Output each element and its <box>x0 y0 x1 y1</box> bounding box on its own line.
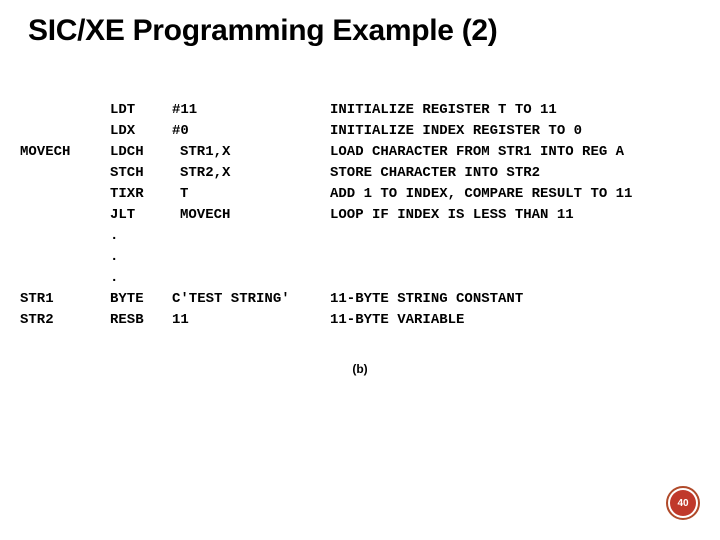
code-label <box>20 268 110 289</box>
code-row: STR2RESB11 11-BYTE VARIABLE <box>20 310 632 331</box>
code-row: JLT MOVECH LOOP IF INDEX IS LESS THAN 11 <box>20 205 632 226</box>
code-label <box>20 205 110 226</box>
code-operand: #11 <box>172 102 197 118</box>
code-label: STR2 <box>20 310 110 331</box>
code-operand-cell: STR2,X <box>172 163 330 184</box>
code-operand-cell <box>172 247 330 268</box>
code-operand: 11 <box>172 312 189 328</box>
page-number-badge: 40 <box>666 486 700 520</box>
code-operand: STR2,X <box>180 165 230 181</box>
code-comment: STORE CHARACTER INTO STR2 <box>330 163 540 184</box>
code-row: . <box>20 247 632 268</box>
code-opcode: . <box>110 247 172 268</box>
code-label <box>20 100 110 121</box>
code-row: LDT#11 INITIALIZE REGISTER T TO 11 <box>20 100 632 121</box>
code-label <box>20 163 110 184</box>
code-operand-cell: STR1,X <box>172 142 330 163</box>
code-opcode: . <box>110 268 172 289</box>
code-operand-cell: MOVECH <box>172 205 330 226</box>
code-opcode: STCH <box>110 163 172 184</box>
code-comment: LOOP IF INDEX IS LESS THAN 11 <box>330 205 574 226</box>
code-operand: STR1,X <box>180 144 230 160</box>
code-opcode: TIXR <box>110 184 172 205</box>
code-comment: INITIALIZE REGISTER T TO 11 <box>330 100 557 121</box>
code-comment: ADD 1 TO INDEX, COMPARE RESULT TO 11 <box>330 184 632 205</box>
code-operand-cell: #0 <box>172 121 330 142</box>
figure-caption: (b) <box>0 362 720 376</box>
code-row: . <box>20 226 632 247</box>
code-row: . <box>20 268 632 289</box>
code-row: MOVECHLDCH STR1,X LOAD CHARACTER FROM STR1… <box>20 142 632 163</box>
code-opcode: LDX <box>110 121 172 142</box>
code-comment: INITIALIZE INDEX REGISTER TO 0 <box>330 121 582 142</box>
code-opcode: . <box>110 226 172 247</box>
code-row: LDX#0 INITIALIZE INDEX REGISTER TO 0 <box>20 121 632 142</box>
code-label <box>20 184 110 205</box>
code-row: STR1BYTEC'TEST STRING' 11-BYTE STRING CON… <box>20 289 632 310</box>
page-number: 40 <box>677 498 688 509</box>
code-row: TIXR T ADD 1 TO INDEX, COMPARE RESULT TO 1… <box>20 184 632 205</box>
code-label <box>20 247 110 268</box>
slide-title: SIC/XE Programming Example (2) <box>28 14 497 48</box>
code-comment: 11-BYTE STRING CONSTANT <box>330 289 523 310</box>
code-label <box>20 226 110 247</box>
code-operand: MOVECH <box>180 207 230 223</box>
code-opcode: LDT <box>110 100 172 121</box>
code-label <box>20 121 110 142</box>
code-operand: T <box>180 186 188 202</box>
code-operand-cell <box>172 268 330 289</box>
code-row: STCH STR2,X STORE CHARACTER INTO STR2 <box>20 163 632 184</box>
code-comment: LOAD CHARACTER FROM STR1 INTO REG A <box>330 142 624 163</box>
assembly-code-listing: LDT#11 INITIALIZE REGISTER T TO 11 LDX#0 IN… <box>20 100 632 331</box>
code-comment: 11-BYTE VARIABLE <box>330 310 464 331</box>
code-operand-cell: C'TEST STRING' <box>172 289 330 310</box>
code-opcode: JLT <box>110 205 172 226</box>
code-opcode: BYTE <box>110 289 172 310</box>
code-opcode: LDCH <box>110 142 172 163</box>
code-operand-cell <box>172 226 330 247</box>
code-operand-cell: 11 <box>172 310 330 331</box>
code-operand-cell: T <box>172 184 330 205</box>
code-opcode: RESB <box>110 310 172 331</box>
code-operand: #0 <box>172 123 189 139</box>
badge-inner-circle: 40 <box>670 490 696 516</box>
code-label: MOVECH <box>20 142 110 163</box>
code-operand: C'TEST STRING' <box>172 291 290 307</box>
code-operand-cell: #11 <box>172 100 330 121</box>
code-label: STR1 <box>20 289 110 310</box>
